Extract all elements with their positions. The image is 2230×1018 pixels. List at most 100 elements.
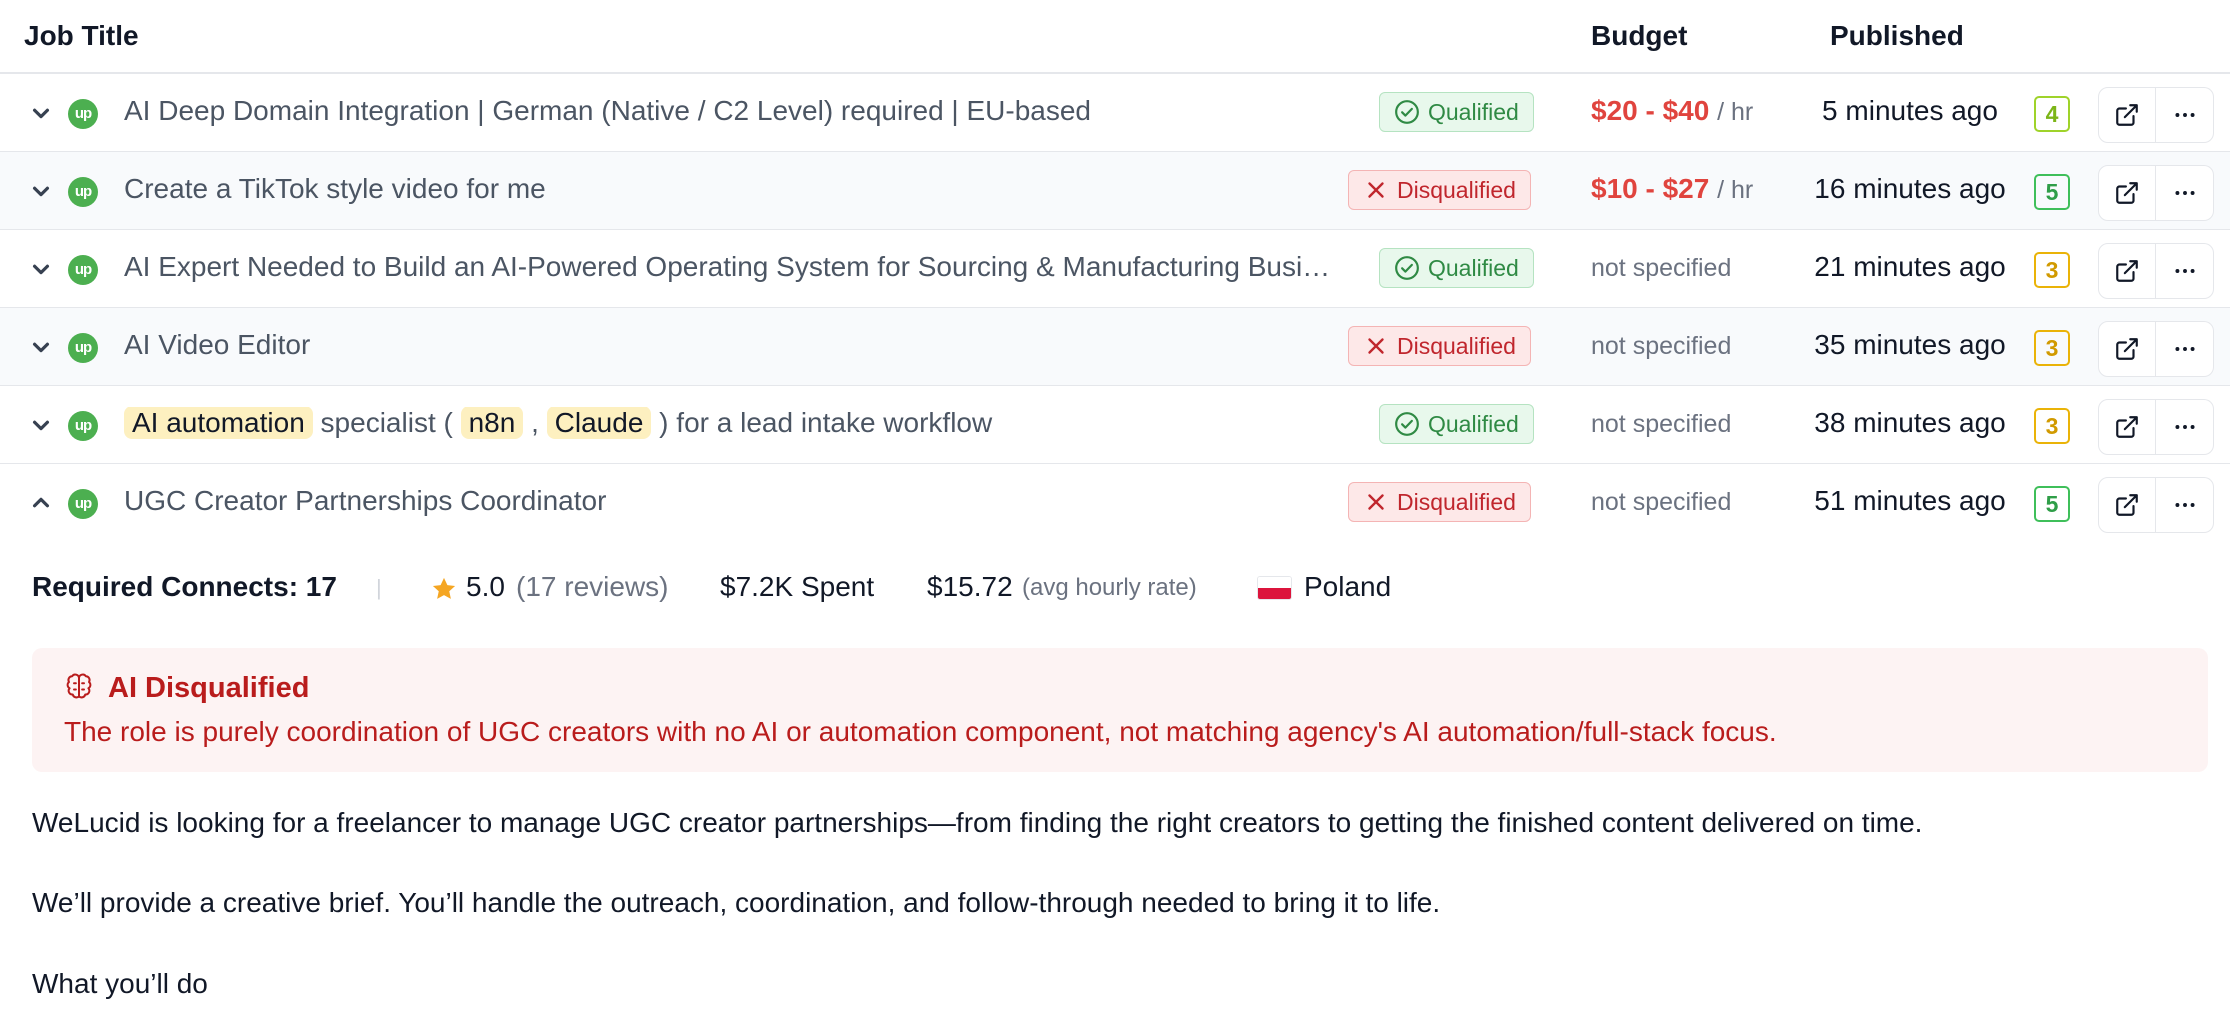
required-connects: Required Connects: 17 <box>32 571 337 602</box>
budget-unit: / hr <box>1717 98 1754 126</box>
status-badge: Disqualified <box>1348 326 1531 366</box>
external-link-icon <box>2116 494 2138 516</box>
title-text: ) for a lead intake workflow <box>651 407 993 438</box>
more-options-button[interactable] <box>2156 243 2214 299</box>
more-options-button[interactable] <box>2156 399 2214 455</box>
score-badge: 5 <box>2034 486 2070 522</box>
open-external-button[interactable] <box>2098 477 2156 533</box>
budget-text: not specified <box>1591 410 1732 438</box>
budget-amount: $10 - $27 <box>1591 173 1710 204</box>
keyword-highlight: AI automation <box>124 407 313 439</box>
chevron-down-icon[interactable] <box>30 414 52 436</box>
status-label: Qualified <box>1428 98 1519 125</box>
client-rating: 5.0 <box>466 571 505 602</box>
meta-separator: | <box>376 575 382 600</box>
avg-hourly-rate-label: (avg hourly rate) <box>1022 574 1197 601</box>
more-options-button[interactable] <box>2156 165 2214 221</box>
more-options-button[interactable] <box>2156 321 2214 377</box>
client-spent: $7.2K Spent <box>720 571 875 602</box>
x-icon <box>1368 182 1384 198</box>
open-external-button[interactable] <box>2098 243 2156 299</box>
table-row[interactable]: up AI Deep Domain Integration | German (… <box>0 74 2230 152</box>
chevron-down-icon[interactable] <box>30 180 52 202</box>
table-row[interactable]: up AI Expert Needed to Build an AI-Power… <box>0 230 2230 308</box>
status-label: Qualified <box>1428 254 1519 281</box>
more-options-button[interactable] <box>2156 87 2214 143</box>
budget: not specified <box>1591 485 1731 517</box>
check-circle-icon <box>1395 412 1419 436</box>
open-external-button[interactable] <box>2098 321 2156 377</box>
open-external-button[interactable] <box>2098 87 2156 143</box>
score-badge: 3 <box>2034 330 2070 366</box>
score-badge: 5 <box>2034 174 2070 210</box>
upwork-logo: up <box>68 99 98 129</box>
job-title[interactable]: Create a TikTok style video for me <box>124 173 1324 205</box>
published-time: 38 minutes ago <box>1814 407 2006 438</box>
table-row[interactable]: up Create a TikTok style video for me Di… <box>0 152 2230 230</box>
published-time: 51 minutes ago <box>1814 485 2006 516</box>
open-external-button[interactable] <box>2098 165 2156 221</box>
column-header-job-title[interactable]: Job Title <box>24 20 139 52</box>
budget: not specified <box>1591 407 1731 439</box>
job-title[interactable]: AI Video Editor <box>124 329 1324 361</box>
ai-verdict-alert: AI Disqualified The role is purely coord… <box>32 648 2208 772</box>
budget: $20 - $40 / hr <box>1591 95 1753 127</box>
poland-flag-icon <box>1257 576 1292 600</box>
published-time: 5 minutes ago <box>1822 95 1998 126</box>
score-badge: 3 <box>2034 252 2070 288</box>
avg-hourly-rate: $15.72 <box>927 571 1013 602</box>
budget: not specified <box>1591 329 1731 361</box>
status-badge: Qualified <box>1379 92 1534 132</box>
budget: $10 - $27 / hr <box>1591 173 1753 205</box>
status-badge: Qualified <box>1379 248 1534 288</box>
chevron-down-icon[interactable] <box>30 336 52 358</box>
chevron-down-icon[interactable] <box>30 258 52 280</box>
upwork-logo: up <box>68 255 98 285</box>
published-time: 35 minutes ago <box>1814 329 2006 360</box>
external-link-icon <box>2116 338 2138 360</box>
budget-text: not specified <box>1591 254 1732 282</box>
brain-icon <box>66 673 92 699</box>
job-description-paragraph: WeLucid is looking for a freelancer to m… <box>32 807 1923 838</box>
job-title[interactable]: UGC Creator Partnerships Coordinator <box>124 485 1324 517</box>
job-title[interactable]: AI Expert Needed to Build an AI-Powered … <box>124 251 1364 283</box>
more-horizontal-icon <box>2174 503 2195 507</box>
check-circle-icon <box>1395 100 1419 124</box>
more-options-button[interactable] <box>2156 477 2214 533</box>
keyword-highlight: Claude <box>546 407 652 439</box>
table-row-expanded[interactable]: up UGC Creator Partnerships Coordinator … <box>0 464 2230 542</box>
upwork-logo: up <box>68 411 98 441</box>
upwork-logo: up <box>68 177 98 207</box>
table-row[interactable]: up AI Video Editor Disqualified not spec… <box>0 308 2230 386</box>
client-reviews: (17 reviews) <box>516 571 669 602</box>
check-circle-icon <box>1395 256 1419 280</box>
chevron-up-icon[interactable] <box>30 492 52 514</box>
job-title[interactable]: AI Deep Domain Integration | German (Nat… <box>124 95 1354 127</box>
budget: not specified <box>1591 251 1731 283</box>
column-header-published[interactable]: Published <box>1830 20 1964 52</box>
score-badge: 3 <box>2034 408 2070 444</box>
more-horizontal-icon <box>2174 113 2195 117</box>
more-horizontal-icon <box>2174 425 2195 429</box>
budget-text: not specified <box>1591 488 1732 516</box>
job-description-paragraph: What you’ll do <box>32 968 208 999</box>
title-text: , <box>523 407 547 438</box>
job-description-paragraph: We’ll provide a creative brief. You’ll h… <box>32 887 1441 918</box>
open-external-button[interactable] <box>2098 399 2156 455</box>
external-link-icon <box>2116 260 2138 282</box>
job-title[interactable]: AI automation specialist ( n8n , Claude … <box>124 407 1354 439</box>
external-link-icon <box>2116 182 2138 204</box>
budget-text: not specified <box>1591 332 1732 360</box>
budget-unit: / hr <box>1717 176 1754 204</box>
chevron-down-icon[interactable] <box>30 102 52 124</box>
status-badge: Qualified <box>1379 404 1534 444</box>
status-label: Disqualified <box>1397 176 1516 203</box>
status-label: Disqualified <box>1397 332 1516 359</box>
score-badge: 4 <box>2034 96 2070 132</box>
more-horizontal-icon <box>2174 269 2195 273</box>
x-icon <box>1368 338 1384 354</box>
table-row[interactable]: up AI automation specialist ( n8n , Clau… <box>0 386 2230 464</box>
column-header-budget[interactable]: Budget <box>1591 20 1687 52</box>
ai-verdict-title: AI Disqualified <box>108 672 310 704</box>
more-horizontal-icon <box>2174 347 2195 351</box>
